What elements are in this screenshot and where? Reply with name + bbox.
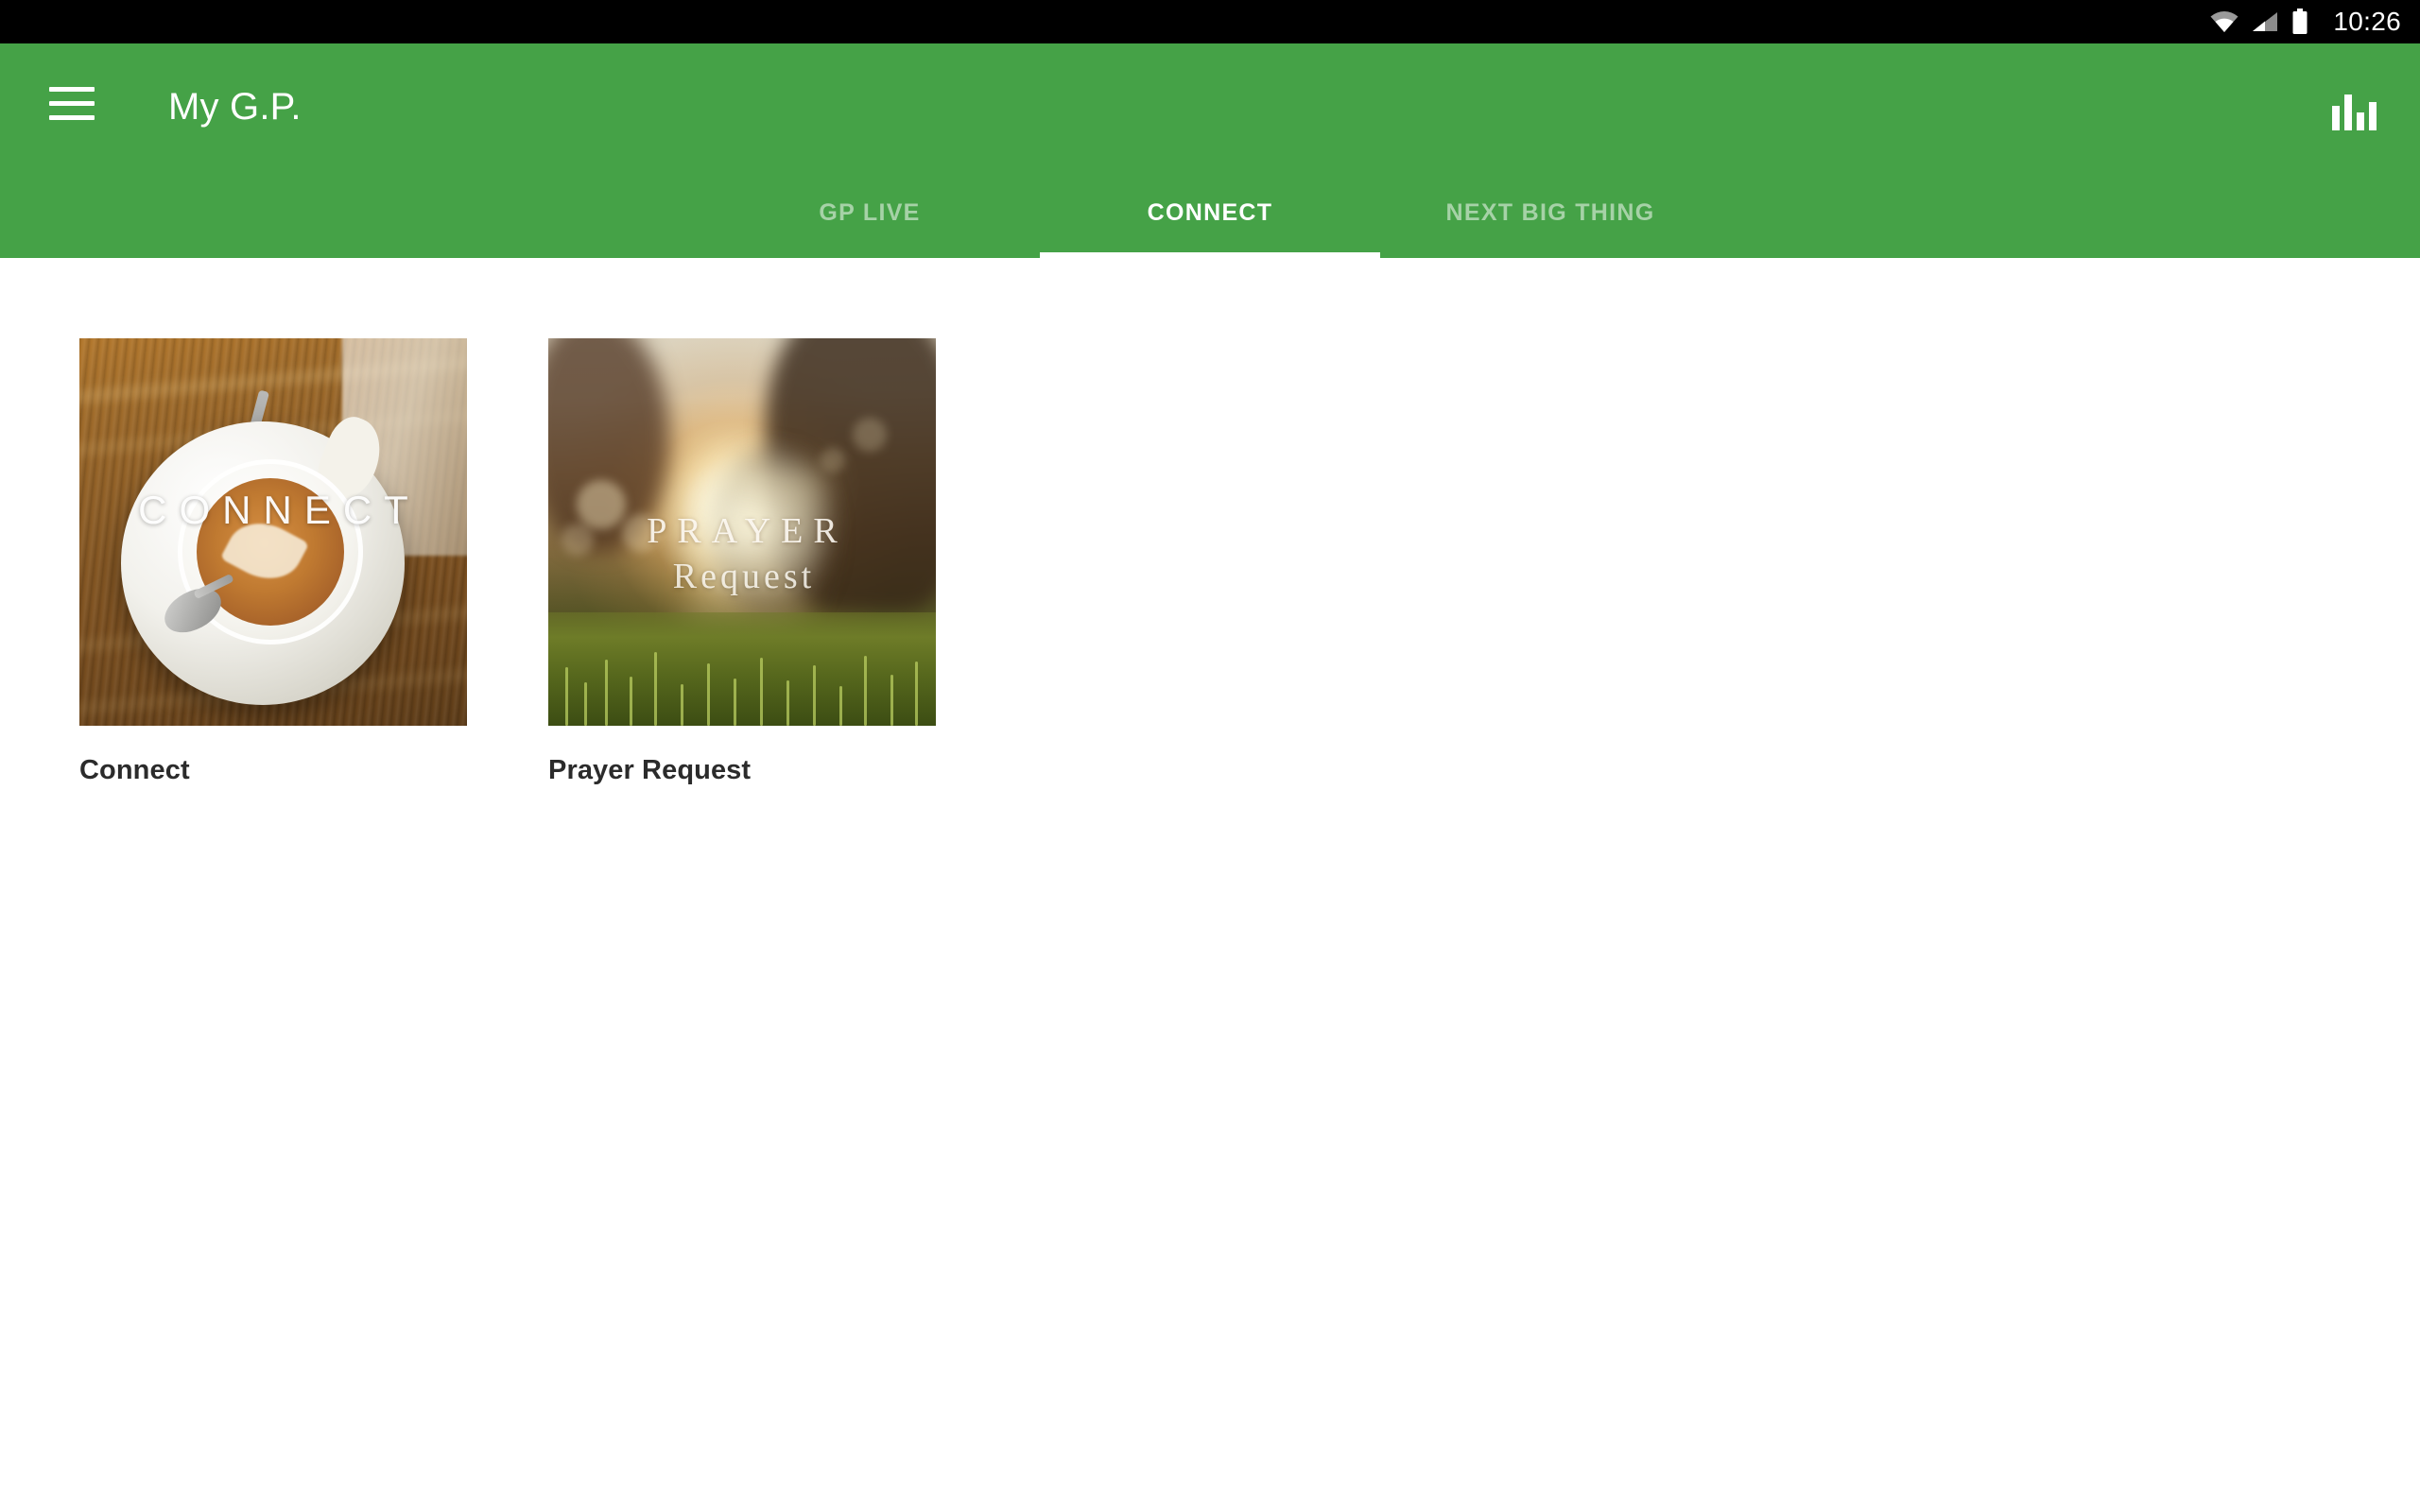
card-connect-caption: Connect (79, 755, 190, 785)
tab-connect-label: CONNECT (1147, 198, 1273, 226)
hamburger-bar-1 (49, 87, 95, 92)
card-prayer-request[interactable]: PRAYER Request Prayer Request (548, 338, 936, 786)
card-prayer-request-caption: Prayer Request (548, 755, 752, 785)
tab-connect[interactable]: CONNECT (1040, 166, 1380, 258)
app-bar-top-row: My G.P. (0, 43, 2420, 166)
card-connect[interactable]: CONNECT Connect (79, 338, 467, 786)
hamburger-bar-3 (49, 115, 95, 120)
app-bar: My G.P. GP LIVE CONNECT NEXT BIG THING (0, 43, 2420, 258)
status-bar: 10:26 (0, 0, 2420, 43)
status-bar-icons: 10:26 (2210, 9, 2401, 35)
page-title: My G.P. (168, 86, 302, 128)
tab-bar: GP LIVE CONNECT NEXT BIG THING (0, 166, 2420, 258)
prayer-overlay-line-1: PRAYER (647, 511, 848, 551)
bar-chart-bar-1 (2331, 106, 2340, 130)
card-grid: CONNECT Connect PRAYER Request Prayer Re… (79, 338, 936, 786)
bar-chart-icon[interactable] (2327, 83, 2380, 130)
status-bar-clock: 10:26 (2333, 7, 2401, 36)
bar-chart-bar-2 (2343, 94, 2352, 130)
card-connect-overlay-text: CONNECT (138, 488, 421, 532)
battery-icon (2292, 9, 2308, 34)
hamburger-bar-2 (49, 101, 95, 106)
card-connect-thumbnail[interactable]: CONNECT (79, 338, 467, 726)
card-prayer-request-thumbnail[interactable]: PRAYER Request (548, 338, 936, 726)
tab-next-big-thing-label: NEXT BIG THING (1445, 198, 1655, 226)
hamburger-menu-icon[interactable] (49, 87, 95, 121)
card-prayer-request-overlay-text: PRAYER Request (548, 510, 936, 601)
grass-foreground (548, 612, 936, 726)
wifi-icon (2210, 11, 2238, 32)
prayer-overlay-line-2: Request (672, 557, 816, 596)
tab-gp-live-label: GP LIVE (819, 198, 921, 226)
tab-gp-live[interactable]: GP LIVE (700, 166, 1040, 258)
tab-next-big-thing[interactable]: NEXT BIG THING (1380, 166, 1720, 258)
cellular-signal-icon (2253, 12, 2278, 31)
content-area: CONNECT Connect PRAYER Request Prayer Re… (0, 258, 2420, 1512)
bar-chart-bar-3 (2356, 112, 2364, 130)
bar-chart-bar-4 (2368, 102, 2377, 130)
coffee-cup-artwork (79, 338, 467, 726)
